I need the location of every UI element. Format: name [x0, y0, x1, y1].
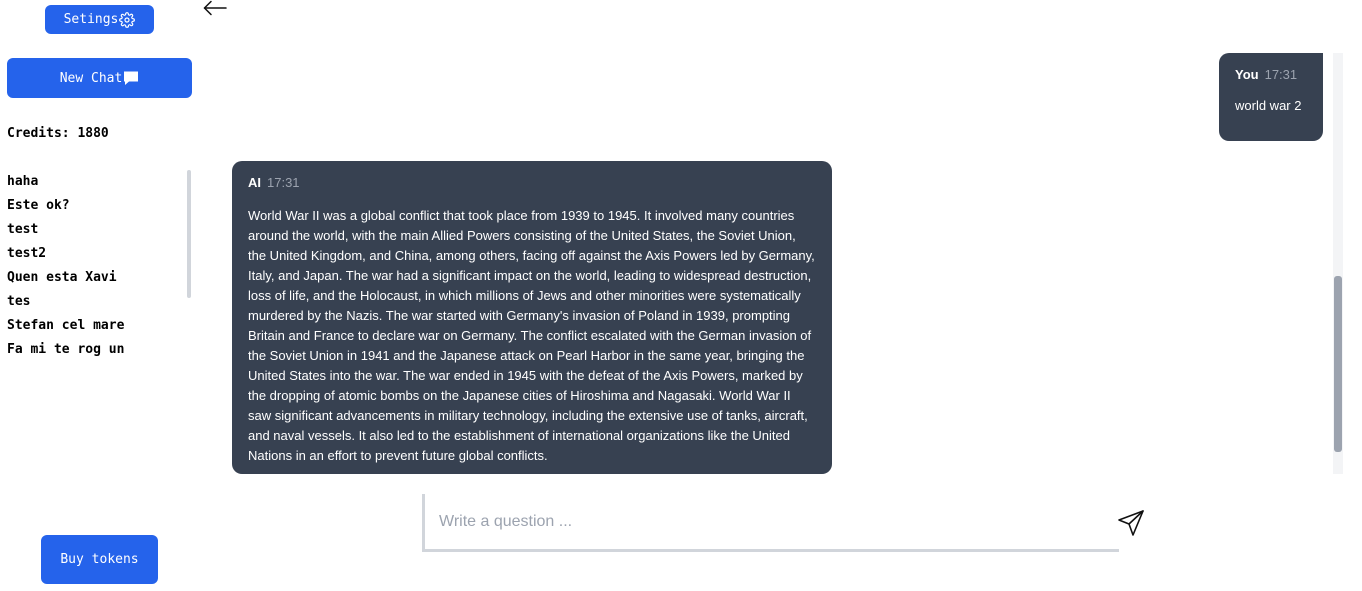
gear-icon	[119, 11, 136, 28]
chat-list-scrollbar[interactable]	[187, 170, 191, 298]
chat-item[interactable]: tes	[7, 290, 187, 314]
buy-tokens-label: Buy tokens	[60, 552, 139, 567]
ai-message: AI 17:31 World War II was a global confli…	[232, 161, 832, 474]
new-chat-label: New Chat	[59, 70, 123, 86]
question-input-wrapper	[422, 494, 1119, 552]
chat-bubble-icon	[124, 71, 139, 85]
settings-label: Setings	[63, 12, 119, 27]
message-meta: AI 17:31	[248, 176, 816, 190]
chat-item[interactable]: Este ok?	[7, 194, 187, 218]
chat-item[interactable]: test2	[7, 242, 187, 266]
message-text: world war 2	[1235, 98, 1302, 113]
new-chat-button[interactable]: New Chat	[7, 58, 192, 98]
chat-item[interactable]: Quen esta Xavi	[7, 266, 187, 290]
chat-item[interactable]: Stefan cel mare	[7, 314, 187, 338]
message-time: 17:31	[1264, 67, 1298, 82]
chat-item[interactable]: haha	[7, 170, 187, 194]
chat-item[interactable]: Fa mi te rog un	[7, 338, 187, 362]
message-text: World War II was a global conflict that …	[248, 208, 815, 463]
buy-tokens-button[interactable]: Buy tokens	[41, 535, 158, 584]
arrow-left-icon[interactable]	[203, 0, 227, 16]
credits-counter: Credits: 1880	[7, 126, 109, 141]
paper-plane-icon[interactable]	[1117, 509, 1145, 537]
user-message: You 17:31 world war 2	[1219, 53, 1323, 141]
chat-history-list: haha Este ok? test test2 Quen esta Xavi …	[7, 170, 187, 370]
settings-button[interactable]: Setings	[45, 5, 154, 34]
chat-item[interactable]: test	[7, 218, 187, 242]
message-author: AI	[248, 175, 261, 190]
question-input[interactable]	[439, 510, 1099, 534]
message-meta: You 17:31	[1235, 68, 1307, 82]
message-time: 17:31	[267, 175, 300, 190]
message-author: You	[1235, 67, 1259, 82]
chat-scrollbar-thumb[interactable]	[1334, 276, 1342, 452]
